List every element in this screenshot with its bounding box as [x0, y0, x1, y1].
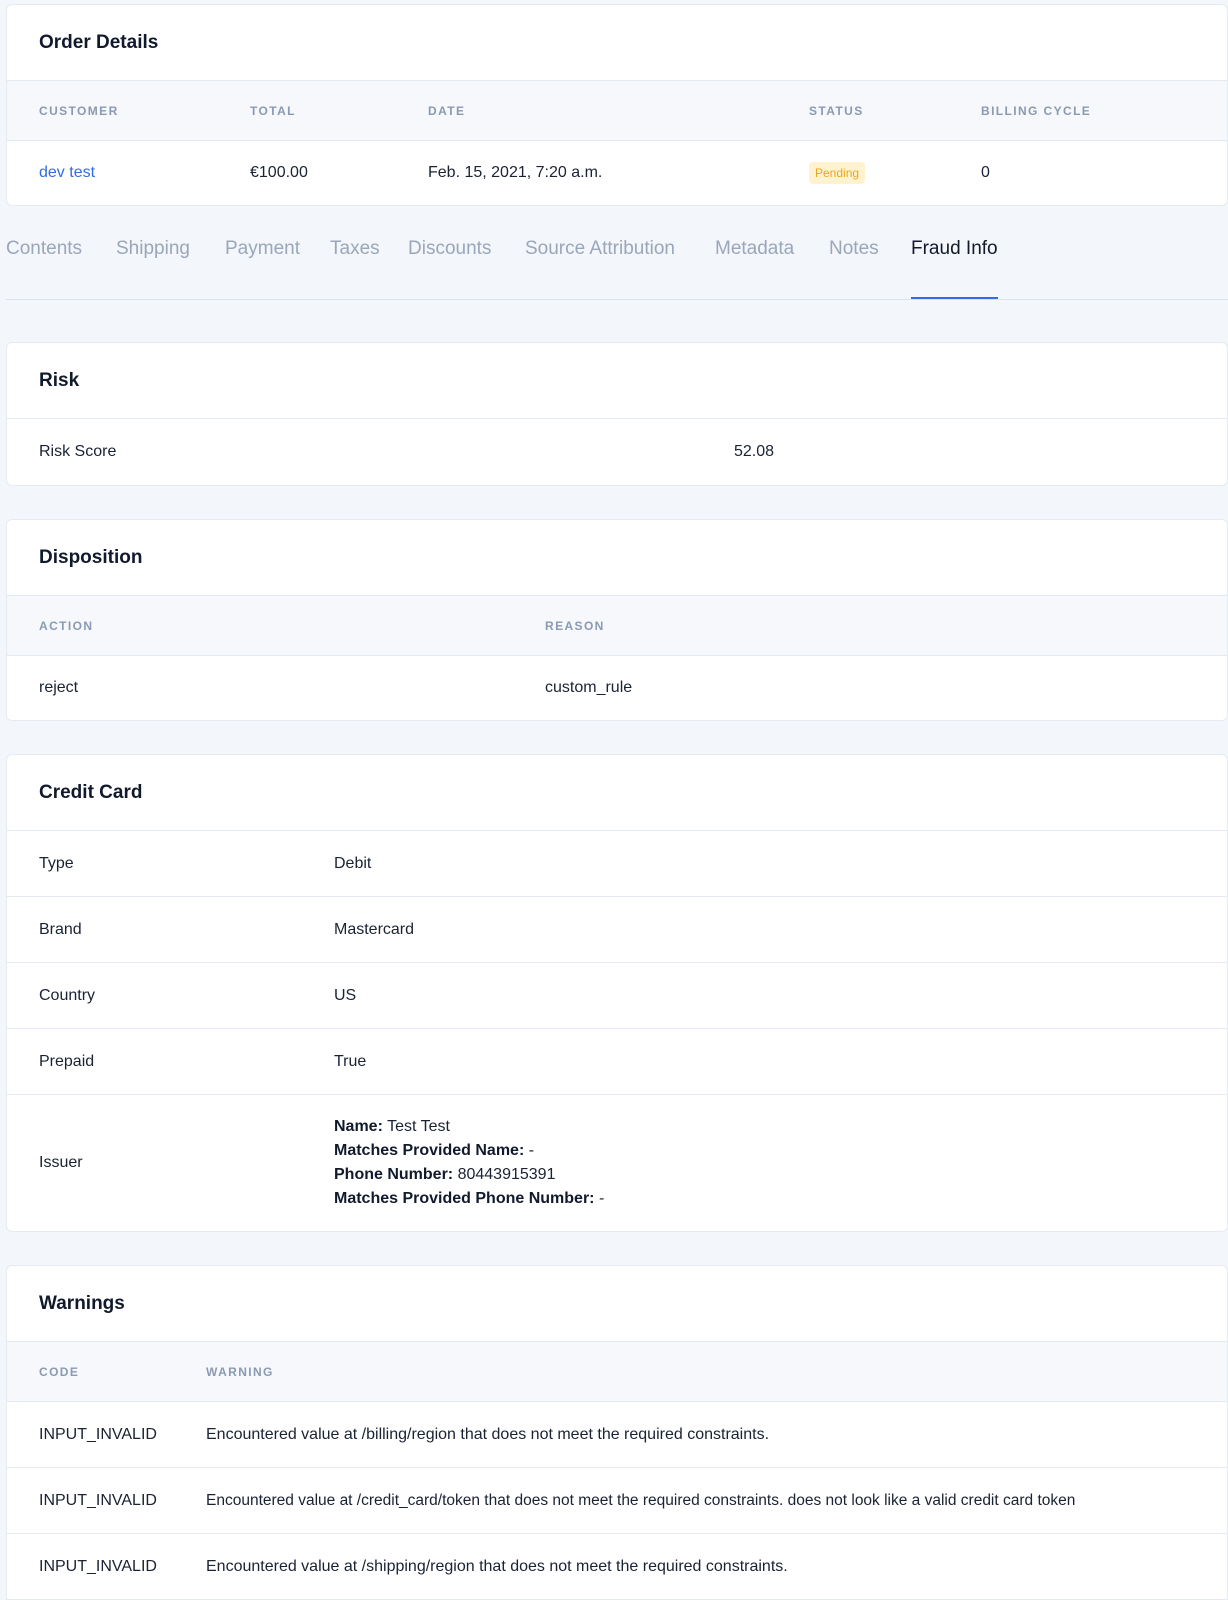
disposition-action: reject [39, 679, 79, 696]
order-details-title: Order Details [7, 5, 1227, 81]
warnings-title: Warnings [7, 1266, 1227, 1342]
warnings-card: Warnings CODE WARNING INPUT_INVALID Enco… [6, 1265, 1228, 1600]
tab-source-attribution[interactable]: Source Attribution [525, 238, 675, 260]
warning-code: INPUT_INVALID [39, 1425, 157, 1443]
issuer-matches-phone-value: - [598, 1190, 605, 1207]
disposition-card: Disposition ACTION REASON reject custom_… [6, 519, 1228, 721]
disposition-reason: custom_rule [545, 679, 633, 696]
risk-card: Risk Risk Score 52.08 [6, 342, 1228, 486]
tab-notes[interactable]: Notes [829, 238, 879, 260]
credit-card-title: Credit Card [7, 755, 1227, 831]
order-table-header: CUSTOMER TOTAL DATE STATUS BILLING CYCLE [7, 81, 1227, 141]
card-brand-value: Mastercard [334, 920, 415, 938]
issuer-matches-phone-line: Matches Provided Phone Number: - [334, 1187, 604, 1211]
issuer-phone-value: 80443915391 [457, 1166, 556, 1183]
customer-link[interactable]: dev test [39, 141, 95, 205]
column-reason: REASON [545, 618, 605, 633]
card-issuer-label: Issuer [39, 1154, 83, 1171]
warning-text: Encountered value at /credit_card/token … [206, 1491, 1076, 1509]
warning-row: INPUT_INVALID Encountered value at /cred… [7, 1468, 1227, 1534]
warning-text: Encountered value at /shipping/region th… [206, 1558, 788, 1575]
issuer-matches-name-value: - [528, 1142, 535, 1159]
issuer-phone-line: Phone Number: 80443915391 [334, 1163, 555, 1187]
status-badge: Pending [809, 162, 866, 184]
tab-taxes[interactable]: Taxes [330, 238, 380, 260]
card-prepaid-row: Prepaid True [7, 1029, 1227, 1095]
issuer-matches-phone-label: Matches Provided Phone Number: [334, 1190, 595, 1207]
card-type-value: Debit [334, 854, 372, 872]
active-tab-indicator [911, 297, 998, 299]
warning-code: INPUT_INVALID [39, 1558, 157, 1575]
issuer-name-label: Name: [334, 1118, 383, 1135]
credit-card-card: Credit Card Type Debit Brand Mastercard … [6, 754, 1228, 1232]
warning-code: INPUT_INVALID [39, 1491, 157, 1509]
order-tabs: Contents Shipping Payment Taxes Discount… [6, 212, 1228, 300]
card-brand-label: Brand [39, 920, 82, 938]
disposition-table-header: ACTION REASON [7, 596, 1227, 656]
tab-fraud-info[interactable]: Fraud Info [911, 238, 998, 260]
card-prepaid-label: Prepaid [39, 1052, 95, 1070]
warnings-table-header: CODE WARNING [7, 1342, 1227, 1402]
column-warning: WARNING [206, 1364, 274, 1379]
card-brand-row: Brand Mastercard [7, 897, 1227, 963]
card-country-row: Country US [7, 963, 1227, 1029]
column-date: DATE [428, 103, 466, 118]
warning-text: Encountered value at /billing/region tha… [206, 1425, 770, 1443]
order-row: dev test €100.00 Feb. 15, 2021, 7:20 a.m… [7, 141, 1227, 205]
tab-shipping[interactable]: Shipping [116, 238, 190, 260]
card-issuer-row: Issuer Name: Test Test Matches Provided … [7, 1095, 1227, 1231]
order-total: €100.00 [250, 164, 308, 181]
issuer-name-value: Test Test [387, 1118, 450, 1135]
warning-row: INPUT_INVALID Encountered value at /bill… [7, 1402, 1227, 1468]
card-country-value: US [334, 986, 357, 1004]
tab-metadata[interactable]: Metadata [715, 238, 794, 260]
issuer-details: Name: Test Test Matches Provided Name: -… [334, 1095, 604, 1231]
column-code: CODE [39, 1364, 80, 1379]
column-total: TOTAL [250, 103, 296, 118]
card-country-label: Country [39, 986, 96, 1004]
issuer-matches-name-line: Matches Provided Name: - [334, 1139, 534, 1163]
card-type-label: Type [39, 854, 74, 872]
risk-title: Risk [7, 343, 1227, 419]
billing-cycle-value: 0 [981, 164, 990, 181]
risk-score-row: Risk Score 52.08 [7, 419, 1227, 485]
column-status: STATUS [809, 103, 864, 118]
order-details-card: Order Details CUSTOMER TOTAL DATE STATUS… [6, 4, 1228, 206]
issuer-matches-name-label: Matches Provided Name: [334, 1142, 525, 1159]
card-prepaid-value: True [334, 1052, 367, 1070]
issuer-phone-label: Phone Number: [334, 1166, 454, 1183]
column-customer: CUSTOMER [39, 103, 119, 118]
card-type-row: Type Debit [7, 831, 1227, 897]
tab-contents[interactable]: Contents [6, 238, 82, 260]
column-action: ACTION [39, 618, 94, 633]
risk-score-label: Risk Score [39, 443, 117, 460]
risk-score-value: 52.08 [734, 443, 775, 460]
disposition-row: reject custom_rule [7, 656, 1227, 720]
tab-payment[interactable]: Payment [225, 238, 300, 260]
issuer-name-line: Name: Test Test [334, 1115, 450, 1139]
status-cell: Pending [809, 141, 866, 205]
order-date: Feb. 15, 2021, 7:20 a.m. [428, 164, 603, 181]
column-billing-cycle: BILLING CYCLE [981, 103, 1092, 118]
warning-row: INPUT_INVALID Encountered value at /ship… [7, 1534, 1227, 1599]
disposition-title: Disposition [7, 520, 1227, 596]
tab-discounts[interactable]: Discounts [408, 238, 491, 260]
